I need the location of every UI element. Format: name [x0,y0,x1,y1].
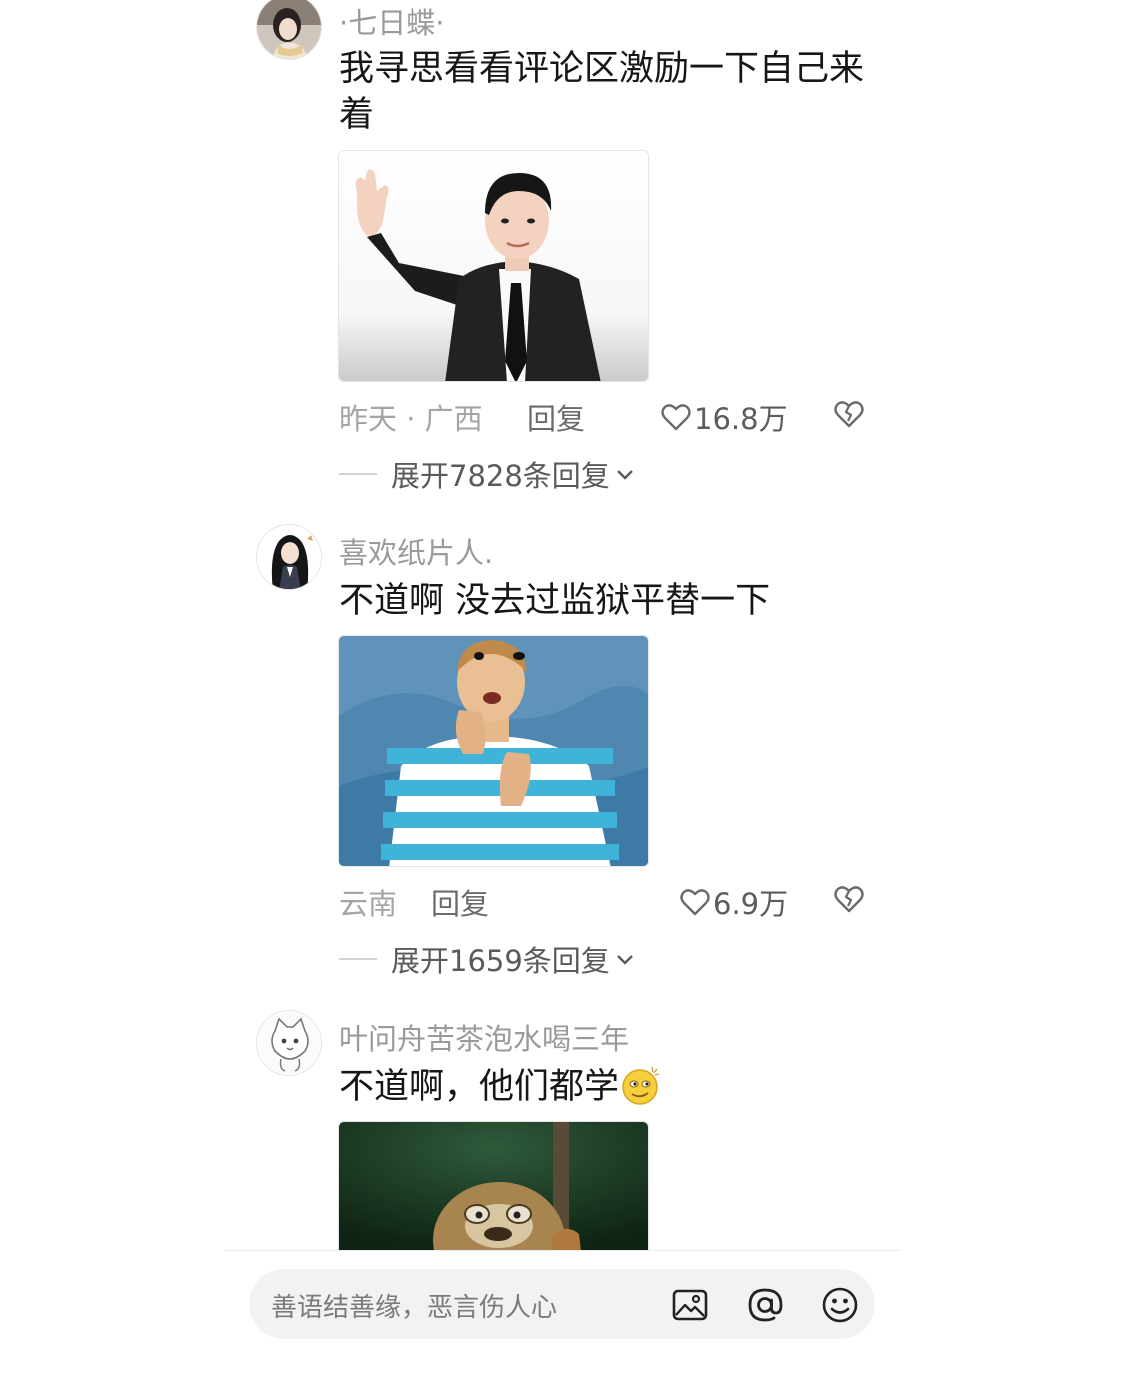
emoji-icon[interactable] [821,1286,859,1324]
like-button[interactable]: 6.9万 [680,881,788,923]
avatar[interactable] [256,1010,322,1076]
dislike-button[interactable] [834,399,864,429]
username[interactable]: 叶问舟苦茶泡水喝三年 [339,1016,629,1058]
expand-label: 展开1659条回复 [391,944,610,978]
chevron-down-icon [616,470,633,480]
broken-heart-icon [834,886,864,913]
username[interactable]: 喜欢纸片人. [339,530,493,572]
expand-replies[interactable]: 展开7828条回复 [339,454,636,494]
comment-time-location: 昨天 · 广西 [339,402,483,436]
chevron-down-icon [616,955,633,965]
comment-1: ·七日蝶· 我寻思看看评论区激励一下自己来着 昨天 · 广西 回复 16.8万 … [0,0,1122,500]
expand-replies[interactable]: 展开1659条回复 [339,939,636,979]
expand-label: 展开7828条回复 [391,459,610,493]
comment-text-content: 不道啊，他们都学 [339,1067,620,1107]
comment-meta: 云南 回复 6.9万 [339,881,1122,921]
comment-input[interactable]: 善语结善缘，恶言伤人心 [249,1269,875,1339]
dislike-button[interactable] [834,884,864,914]
comment-2: 喜欢纸片人. 不道啊 没去过监狱平替一下 云南 回复 6.9万 展开1659条回… [0,522,1122,992]
broken-heart-icon [834,401,864,428]
comment-text: 不道啊，他们都学 [339,1064,879,1110]
like-count: 16.8万 [694,402,788,436]
comment-3: 叶问舟苦茶泡水喝三年 不道啊，他们都学 [0,1008,1122,1250]
like-count: 6.9万 [713,887,789,921]
comment-text: 不道啊 没去过监狱平替一下 [339,581,771,621]
image-icon[interactable] [671,1286,709,1324]
comment-image[interactable] [338,150,649,382]
heart-icon [680,889,710,916]
avatar[interactable] [256,0,322,60]
divider-dash [339,958,377,960]
avatar[interactable] [256,524,322,590]
divider-dash [339,473,377,475]
comment-text: 我寻思看看评论区激励一下自己来着 [339,49,865,135]
comment-meta: 昨天 · 广西 回复 16.8万 [339,396,1122,436]
reply-button[interactable]: 回复 [527,396,585,438]
at-icon[interactable] [746,1286,784,1324]
reply-button[interactable]: 回复 [431,881,489,923]
input-placeholder: 善语结善缘，恶言伤人心 [271,1293,558,1323]
comment-input-bar: 善语结善缘，恶言伤人心 [224,1250,901,1373]
comment-image[interactable] [338,635,649,867]
comment-location: 云南 [339,887,398,921]
smirk-emoji-icon [619,1064,661,1106]
comment-image[interactable] [338,1121,649,1250]
like-button[interactable]: 16.8万 [661,396,788,438]
username[interactable]: ·七日蝶· [339,0,444,42]
heart-icon [661,404,691,431]
